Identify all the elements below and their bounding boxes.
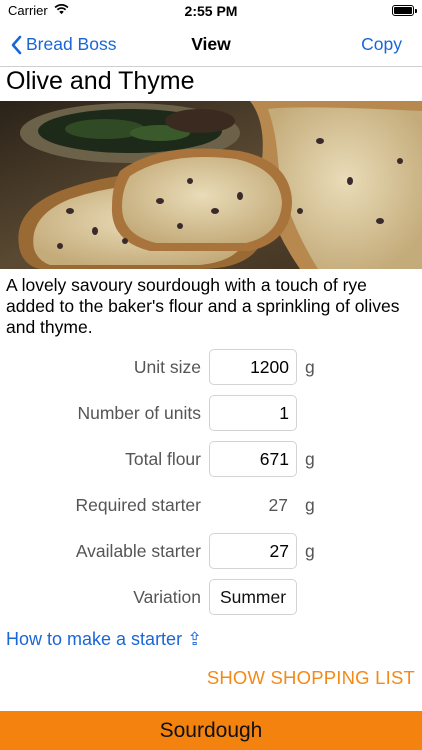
total-flour-label: Total flour [125,449,201,469]
status-time: 2:55 PM [184,3,238,19]
page-title: View [191,34,231,54]
copy-button[interactable]: Copy [361,34,402,55]
show-shopping-list-button[interactable]: SHOW SHOPPING LIST [207,667,415,689]
recipe-description: A lovely savoury sourdough with a touch … [6,275,400,337]
unit-size-unit: g [305,357,315,377]
battery-icon [392,5,417,16]
variation-label: Variation [133,587,201,607]
navigation-bar: Bread Boss View Copy [0,24,422,67]
available-starter-unit: g [305,541,315,561]
how-to-make-starter-link[interactable]: How to make a starter ⇪ [6,629,202,650]
number-of-units-label: Number of units [77,403,201,423]
sourdough-button[interactable]: Sourdough [0,711,422,750]
number-of-units-input[interactable]: 1 [209,395,297,431]
available-starter-input[interactable]: 27 [209,533,297,569]
recipe-title: Olive and Thyme [6,67,195,95]
required-starter-unit: g [305,495,315,515]
status-bar: Carrier 2:55 PM [0,0,422,24]
variation-input[interactable]: Summer [209,579,297,615]
recipe-photo [0,101,422,269]
unit-size-label: Unit size [133,357,201,377]
required-starter-label: Required starter [75,495,201,515]
required-starter-value: 27 [268,495,288,515]
unit-size-input[interactable]: 1200 [209,349,297,385]
total-flour-input[interactable]: 671 [209,441,297,477]
available-starter-label: Available starter [75,541,201,561]
total-flour-unit: g [305,449,315,469]
